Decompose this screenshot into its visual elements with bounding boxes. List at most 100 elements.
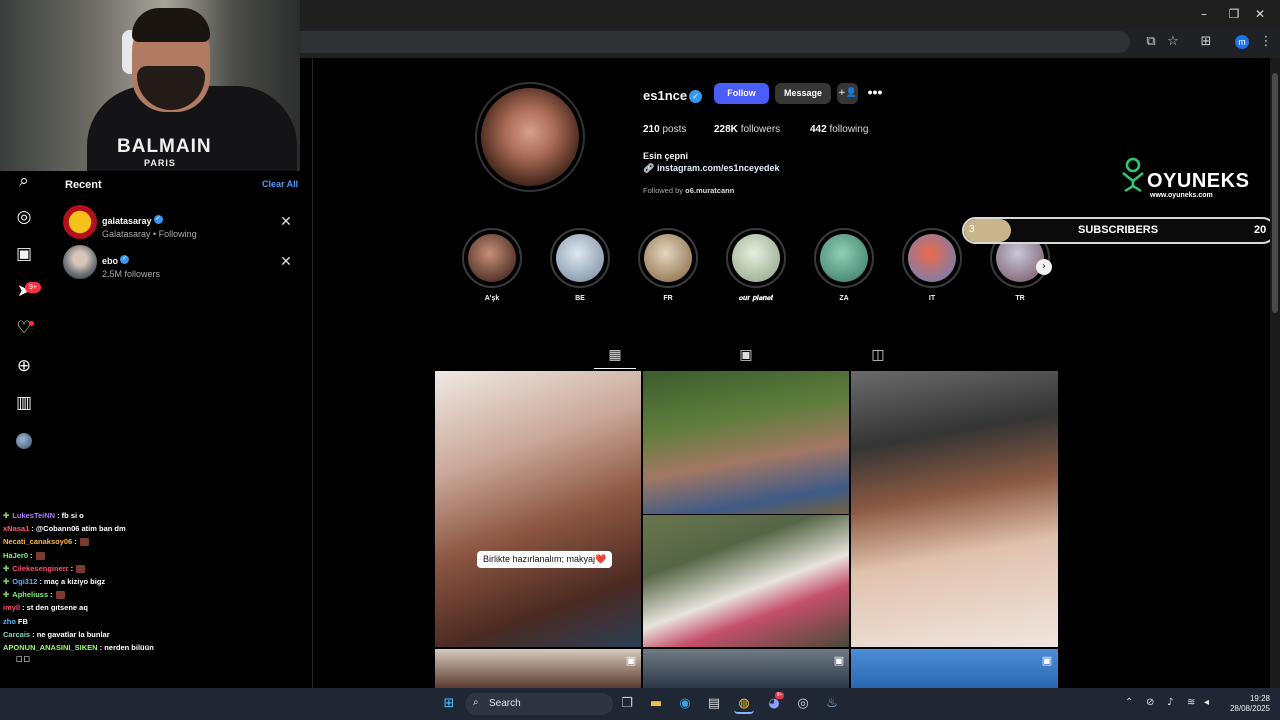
profile-avatar-icon[interactable] xyxy=(16,433,32,449)
chevron-right-icon[interactable]: › xyxy=(1036,259,1052,275)
minimize-button[interactable]: – xyxy=(1196,6,1212,22)
chat-message: xNasa1: @Cobann06 atim ban dm xyxy=(3,522,303,535)
following-label: following xyxy=(829,124,869,135)
posts-stat: 210 posts xyxy=(643,124,686,135)
edge-icon[interactable]: ◉ xyxy=(675,694,695,714)
notifications-badge: 9+ xyxy=(25,282,41,293)
following-stat[interactable]: 442 following xyxy=(810,124,868,135)
grid-post[interactable] xyxy=(643,371,849,514)
grid-tab-icon[interactable]: ▦ xyxy=(604,345,626,365)
create-plus-icon[interactable]: ⊕ xyxy=(13,355,35,377)
chevron-up-icon[interactable]: ⌃ xyxy=(1125,697,1133,708)
reel-indicator-icon: ▣ xyxy=(833,654,845,667)
highlight-cover xyxy=(820,234,868,282)
highlight-item[interactable] xyxy=(726,228,786,288)
extensions-icon[interactable]: ⊞ xyxy=(1197,34,1215,50)
grid-post[interactable] xyxy=(851,649,1058,688)
followers-label: followers xyxy=(740,124,781,135)
galatasaray-avatar[interactable] xyxy=(63,205,97,239)
subscriber-goal: 20 xyxy=(1254,224,1267,236)
oyuneks-logo-icon xyxy=(1122,157,1144,193)
recent-title: Recent xyxy=(65,179,102,191)
profile-link[interactable]: 🔗︎ instagram.com/es1nceyedek xyxy=(643,163,780,174)
followers-stat[interactable]: 228K followers xyxy=(714,124,780,135)
activity-dot xyxy=(29,321,34,326)
dashboard-icon[interactable]: ▥ xyxy=(13,392,35,414)
steam-icon[interactable]: ♨ xyxy=(822,694,842,714)
chat-text: : fb si o xyxy=(57,511,84,520)
highlight-label: A'şk xyxy=(484,295,500,302)
webcam-feed: BALMAIN PARIS xyxy=(0,0,300,171)
close-icon[interactable]: ✕ xyxy=(279,215,293,229)
highlight-item[interactable] xyxy=(638,228,698,288)
microphone-icon[interactable]: ♪ xyxy=(1167,697,1173,708)
search-icon: ⌕ xyxy=(473,697,479,708)
chat-message: Necati_canaksoy06: xyxy=(3,535,303,548)
grid-post[interactable] xyxy=(643,515,849,647)
tagged-tab-icon[interactable]: ◫ xyxy=(867,345,889,365)
highlight-label: TR xyxy=(1015,295,1025,302)
profile-avatar[interactable]: m xyxy=(1235,35,1249,49)
highlight-item[interactable] xyxy=(814,228,874,288)
highlight-item[interactable] xyxy=(902,228,962,288)
grid-post[interactable] xyxy=(435,371,641,647)
windows-start-icon[interactable]: ⊞ xyxy=(439,694,459,714)
highlight-item[interactable] xyxy=(550,228,610,288)
clear-all-button[interactable]: Clear All xyxy=(262,179,298,189)
add-user-icon[interactable]: +👤 xyxy=(837,83,858,104)
search-icon[interactable]: ⌕ xyxy=(13,170,35,192)
close-window-button[interactable]: ✕ xyxy=(1252,6,1268,22)
ebo-avatar[interactable] xyxy=(63,245,97,279)
reel-indicator-icon: ▣ xyxy=(1041,654,1053,667)
more-options-icon[interactable]: ••• xyxy=(866,83,884,104)
followers-count: 228K xyxy=(714,124,738,135)
obs-icon[interactable]: ◎ xyxy=(793,694,813,714)
bookmark-star-icon[interactable]: ☆ xyxy=(1164,34,1182,50)
wifi-icon[interactable]: ≋ xyxy=(1187,697,1195,708)
chat-username: Carcais xyxy=(3,629,31,639)
profile-link-text: instagram.com/es1nceyedek xyxy=(656,163,780,173)
subscriber-label: SUBSCRIBERS xyxy=(1078,224,1159,236)
chat-text: : xyxy=(30,550,33,560)
chat-message: ✚ Ogi312: maç a kiziyo bigz xyxy=(3,575,303,588)
browser-menu-icon[interactable]: ⋮ xyxy=(1257,34,1275,50)
chat-settings-icon: ▫▫ xyxy=(15,652,31,665)
list-item[interactable]: ebo ✓ 2.5M followers xyxy=(102,251,160,279)
file-explorer-icon[interactable]: ▬ xyxy=(646,694,666,714)
taskbar-search[interactable] xyxy=(465,693,613,715)
grid-post[interactable] xyxy=(851,371,1058,647)
volume-icon[interactable]: ◂ xyxy=(1204,697,1209,708)
profile-picture[interactable] xyxy=(481,88,579,186)
install-app-icon[interactable]: ⧉ xyxy=(1142,34,1160,50)
list-item[interactable]: galatasaray ✓ Galatasaray • Following xyxy=(102,211,197,239)
taskbar-clock[interactable]: 19:28 28/08/2025 xyxy=(1228,694,1270,714)
chat-username: LukesTeiNN xyxy=(12,511,56,520)
chat-message: Carcais: ne gavatlar la bunlar xyxy=(3,628,303,641)
subscriber-current: 3 xyxy=(969,224,975,235)
chat-username: xNasa1 xyxy=(3,524,30,534)
task-view-icon[interactable]: ❐ xyxy=(617,694,637,714)
chat-message: ✚ Apheliuss: xyxy=(3,588,303,601)
explore-compass-icon[interactable]: ◎ xyxy=(13,206,35,228)
chat-username: zho xyxy=(3,616,16,626)
verified-icon: ✓ xyxy=(120,255,130,265)
chrome-icon[interactable]: ◍ xyxy=(734,694,754,714)
address-bar[interactable] xyxy=(300,31,1130,53)
follow-button[interactable]: Follow xyxy=(714,83,769,104)
scrollbar-thumb[interactable] xyxy=(1272,73,1278,313)
profile-picture-ring[interactable] xyxy=(475,82,585,192)
store-icon[interactable]: ▤ xyxy=(704,694,724,714)
highlight-item[interactable] xyxy=(462,228,522,288)
chat-text: : maç a kiziyo bigz xyxy=(39,576,106,586)
grid-post[interactable] xyxy=(435,649,641,688)
message-button[interactable]: Message xyxy=(775,83,831,104)
close-icon[interactable]: ✕ xyxy=(279,255,293,269)
chat-username: Ogi312 xyxy=(12,576,38,586)
grid-post[interactable] xyxy=(643,649,849,688)
reels-tab-icon[interactable]: ▣ xyxy=(735,345,757,365)
notification-mute-icon[interactable]: ⊘ xyxy=(1146,697,1154,708)
maximize-button[interactable]: ❐ xyxy=(1226,6,1242,22)
followed-by[interactable]: Followed by o6.muratcann xyxy=(643,186,734,195)
reels-icon[interactable]: ▣ xyxy=(13,243,35,265)
reel-indicator-icon: ▣ xyxy=(625,654,637,667)
